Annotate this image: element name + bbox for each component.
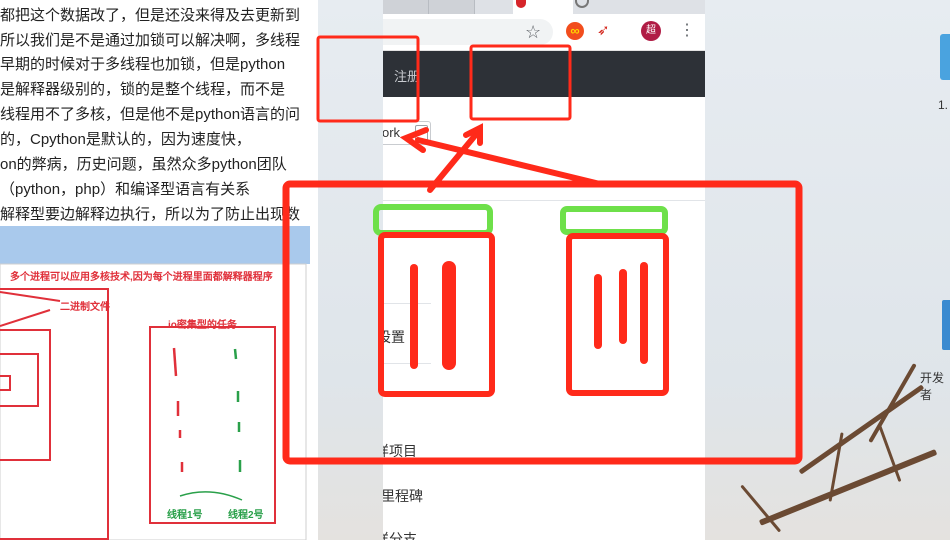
doc-line: 的，Cpython是默认的，因为速度快， [0, 131, 251, 148]
doc-line: （python，php）和编译型语言有关系 [0, 181, 251, 198]
desktop-file-icon[interactable] [942, 300, 950, 350]
binary-label: 二进制文件 [60, 302, 110, 313]
tab-favicon-icon [516, 0, 526, 8]
desktop-folder-icon[interactable] [940, 34, 950, 80]
doc-line: on的弊病，历史问题，虽然众多python团队 [0, 156, 287, 173]
page-content: ork ▾ 设置 样项目 里程碑 样分支 [383, 97, 705, 540]
doc-line: 是解释器级别的，锁的是整个线程，而不是 [0, 81, 286, 98]
site-navbar: 注册 [383, 51, 705, 97]
browser-window: ☆ ∞ ➶ 超 ⋮ 注册 ork ▾ 设置 样项目 里程碑 样分支 [383, 0, 705, 540]
rocket-extension-icon[interactable]: ➶ [597, 21, 610, 41]
document-window: 都把这个数据改了，但是还没来得及去更新到 所以我们是不是通过加锁可以解决啊，多线… [0, 0, 318, 540]
register-link[interactable]: 注册 [394, 66, 420, 85]
doc-line: 所以我们是不是通过加锁可以解决啊，多线程 [0, 32, 301, 49]
divider [383, 363, 431, 364]
desktop-icon-label-2: 开发者 [920, 371, 945, 402]
embedded-diagram-image: 多个进程可以应用多核技术,因为每个进程里面都解释器程序 二进制文件 io密集型的… [0, 226, 310, 540]
fork-select-value: ork [383, 125, 401, 140]
tree-branch [868, 363, 917, 443]
loading-icon [575, 0, 589, 8]
profile-avatar[interactable]: 超 [641, 21, 661, 41]
sidebar-item-projects[interactable]: 样项目 [383, 441, 417, 461]
desktop-icon-label-1: 1. [938, 98, 949, 112]
tree-branch [758, 449, 938, 526]
star-icon[interactable]: ☆ [525, 20, 541, 44]
chevron-down-icon: ▾ [415, 125, 428, 141]
tab-strip [383, 0, 705, 14]
image-title: 多个进程可以应用多核技术,因为每个进程里面都解释器程序 [10, 272, 273, 283]
doc-line: 都把这个数据改了，但是还没来得及去更新到 [0, 7, 301, 24]
thread2-label: 线程2号 [228, 510, 264, 521]
kebab-menu-icon[interactable]: ⋮ [679, 19, 695, 43]
divider [383, 303, 431, 304]
doc-line: 早期的时候对于多线程也加锁，但是python [0, 56, 286, 73]
doc-line: 解释型要边解释边执行，所以为了防止出现数 [0, 206, 301, 223]
settings-link[interactable]: 设置 [383, 327, 405, 347]
doc-line: 线程用不了多核，但是他不是python语言的问 [0, 106, 301, 123]
tab[interactable] [383, 0, 429, 14]
sidebar-item-milestones[interactable]: 里程碑 [383, 486, 423, 506]
divider [383, 200, 705, 201]
io-label: io密集型的任务 [168, 320, 237, 331]
sidebar-item-branches[interactable]: 样分支 [383, 529, 417, 540]
infinity-extension-icon[interactable]: ∞ [566, 22, 584, 40]
tab[interactable] [573, 0, 633, 14]
fork-select[interactable]: ork ▾ [383, 121, 431, 145]
browser-toolbar: ☆ ∞ ➶ 超 ⋮ [383, 14, 705, 51]
thread1-label: 线程1号 [167, 510, 203, 521]
tab[interactable] [429, 0, 475, 14]
tab-active[interactable] [513, 0, 573, 14]
